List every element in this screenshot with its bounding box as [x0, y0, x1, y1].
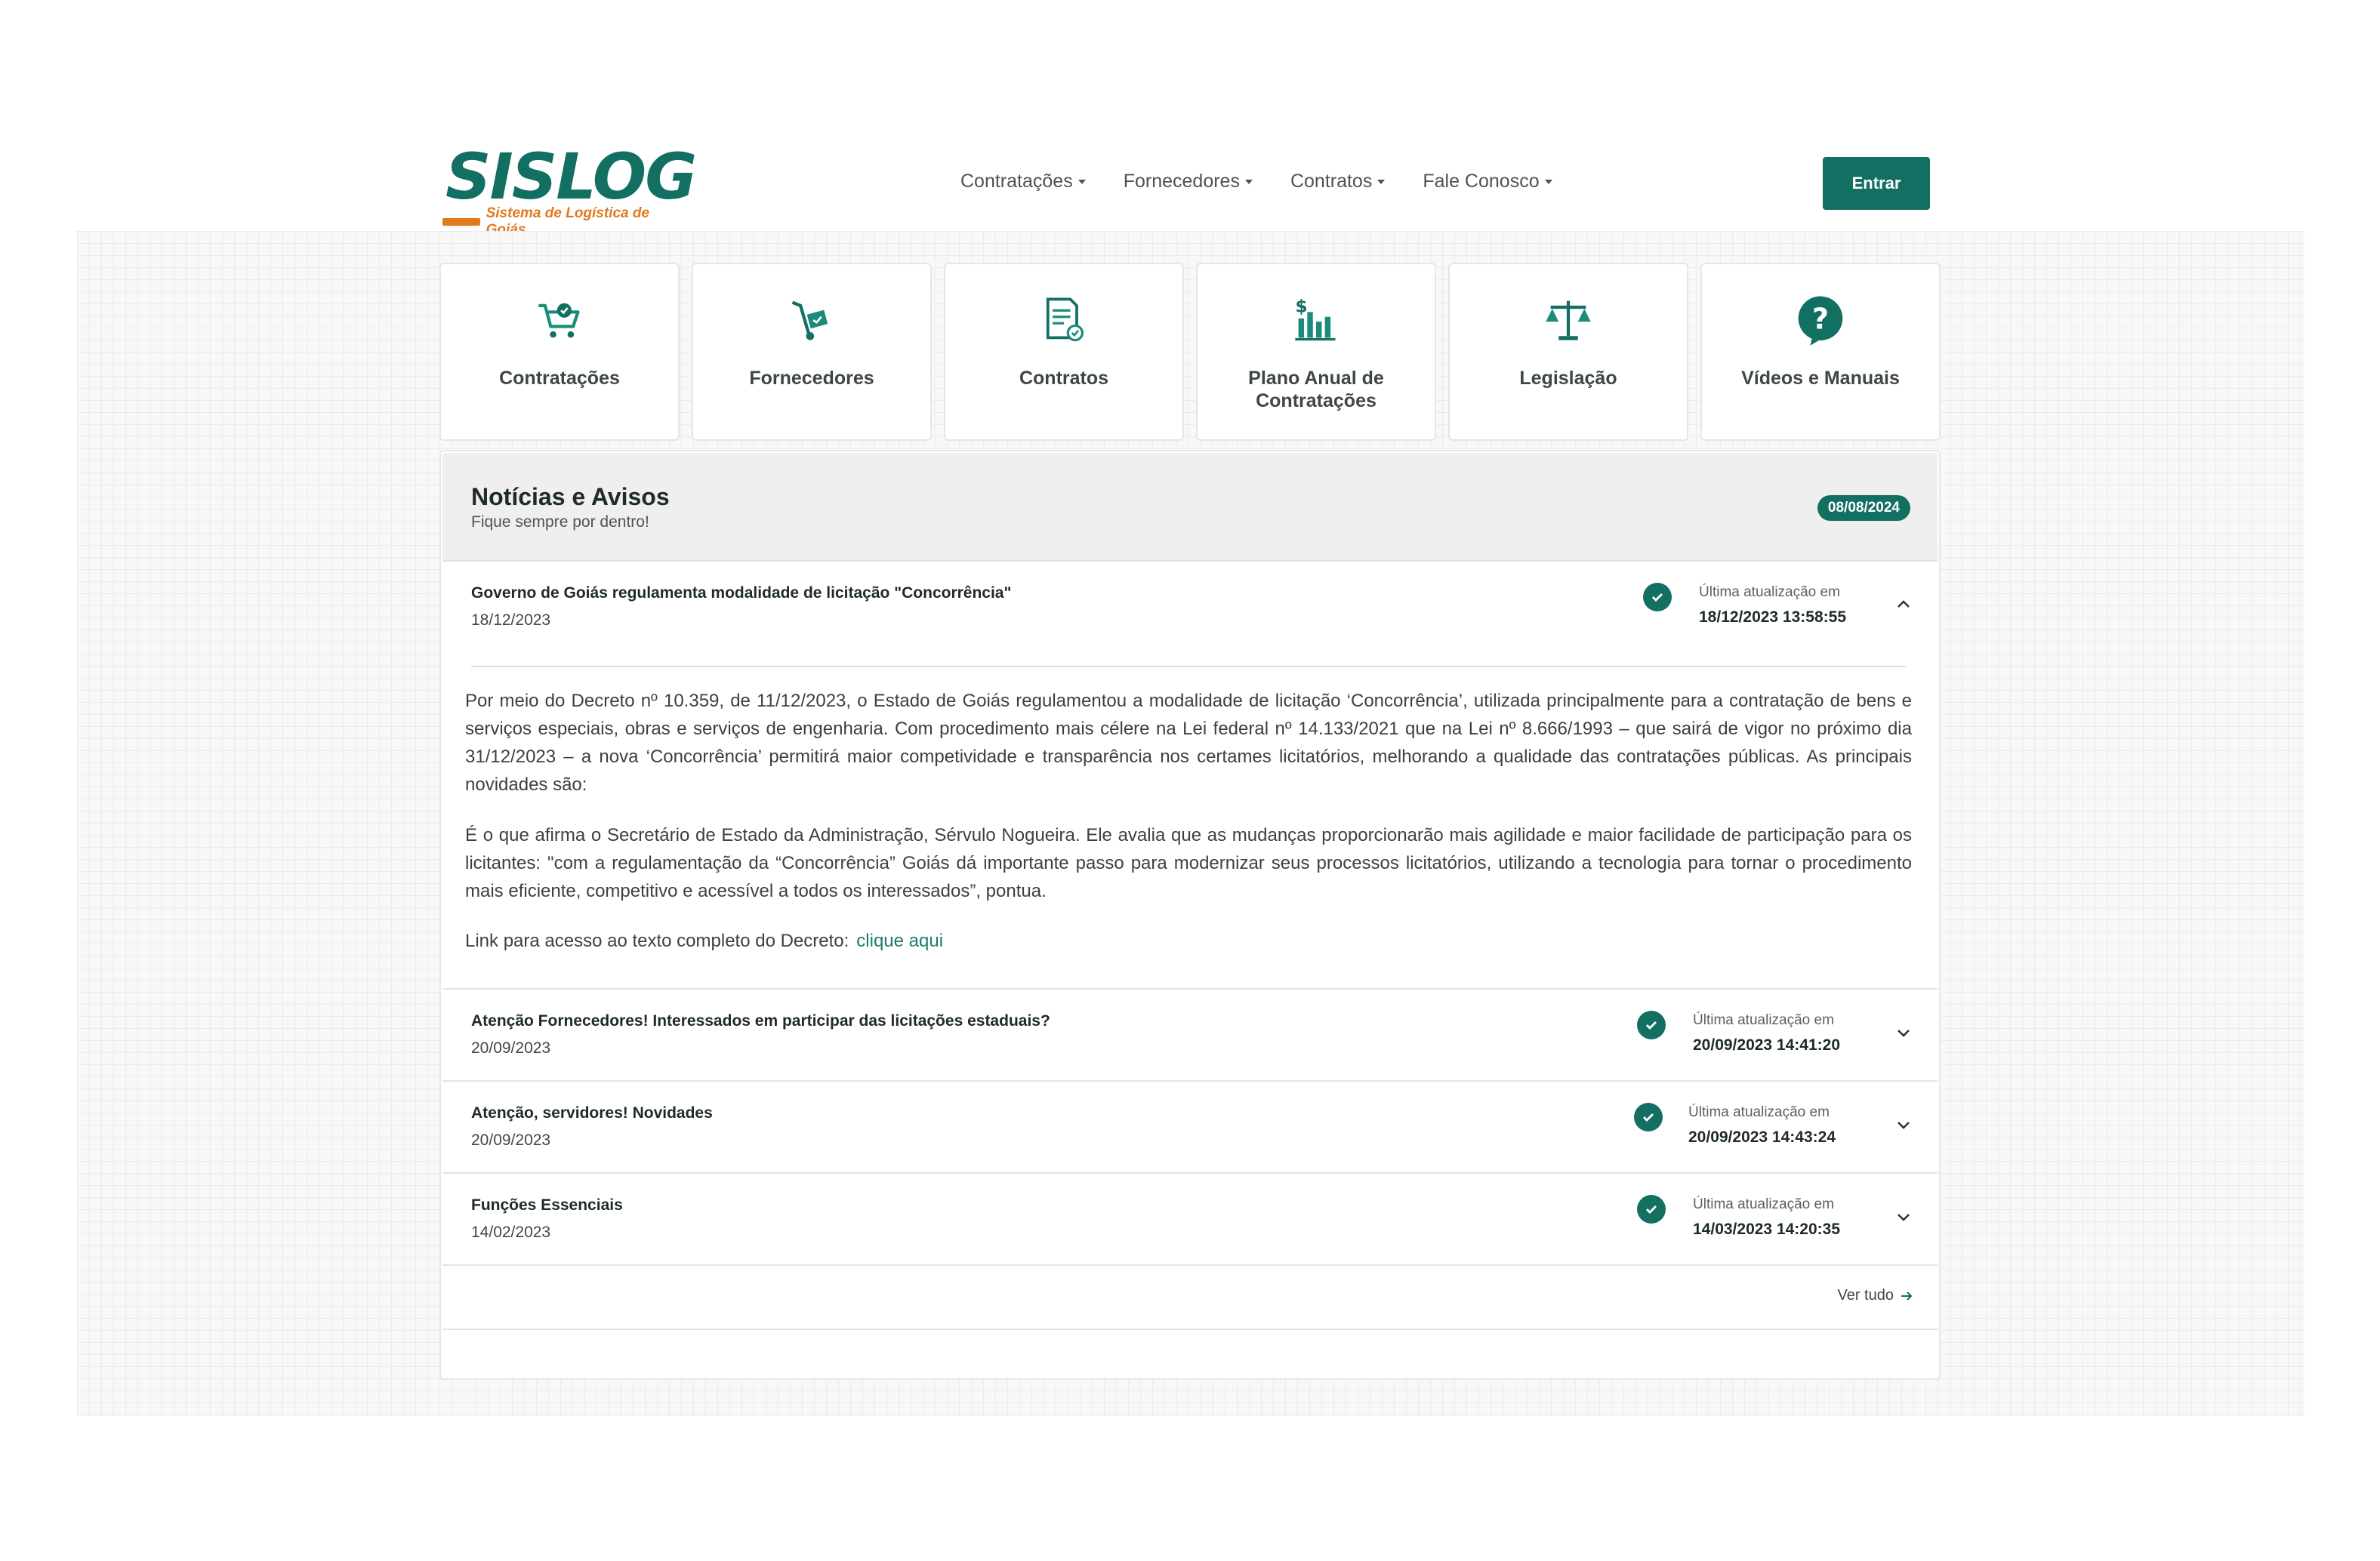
svg-text:$: $ — [1295, 295, 1307, 316]
news-item: Atenção Fornecedores! Interessados em pa… — [442, 990, 1938, 1082]
caret-down-icon — [1077, 179, 1086, 184]
logo-orange-bar — [442, 218, 480, 226]
question-bubble-icon: ? — [1792, 291, 1849, 349]
nav-contratacoes[interactable]: Contratações — [960, 171, 1086, 192]
news-panel-header: Notícias e Avisos Fique sempre por dentr… — [442, 453, 1938, 562]
news-paragraph: É o que afirma o Secretário de Estado da… — [465, 825, 1912, 901]
tile-legislacao[interactable]: Legislação — [1448, 263, 1688, 441]
hand-truck-icon — [783, 291, 840, 349]
tile-label: Legislação — [1519, 368, 1617, 389]
login-button[interactable]: Entrar — [1823, 157, 1930, 210]
caret-down-icon — [1244, 179, 1253, 184]
chevron-up-icon[interactable] — [1895, 596, 1912, 613]
update-label: Última atualização em — [1699, 584, 1840, 600]
news-date: 20/09/2023 — [471, 1039, 551, 1057]
news-body: Por meio do Decreto nº 10.359, de 11/12/… — [442, 648, 1938, 988]
check-circle-icon — [1643, 583, 1672, 611]
arrow-right-icon — [1901, 1291, 1913, 1301]
decree-link[interactable]: clique aqui — [856, 931, 943, 951]
check-circle-icon — [1637, 1195, 1666, 1224]
see-all-link[interactable]: Ver tudo — [1837, 1287, 1913, 1304]
caret-down-icon — [1377, 179, 1386, 184]
news-item-header[interactable]: Atenção Fornecedores! Interessados em pa… — [442, 990, 1938, 1080]
news-item: Atenção, servidores! Novidades 20/09/202… — [442, 1082, 1938, 1174]
update-timestamp: 18/12/2023 13:58:55 — [1699, 608, 1846, 626]
tile-label: Fornecedores — [749, 368, 874, 389]
tile-label: Contratos — [1019, 368, 1109, 389]
nav-label: Fale Conosco — [1423, 171, 1540, 192]
news-panel: Notícias e Avisos Fique sempre por dentr… — [439, 450, 1941, 1380]
tile-label: Vídeos e Manuais — [1741, 368, 1900, 389]
check-circle-icon — [1637, 1011, 1666, 1039]
tile-videos-manuais[interactable]: ? Vídeos e Manuais — [1700, 263, 1941, 441]
news-paragraph: Por meio do Decreto nº 10.359, de 11/12/… — [465, 691, 1912, 795]
news-title: Atenção Fornecedores! Interessados em pa… — [471, 1012, 1050, 1030]
nav-label: Contratos — [1290, 171, 1373, 192]
update-timestamp: 20/09/2023 14:43:24 — [1688, 1128, 1836, 1146]
news-list: Governo de Goiás regulamenta modalidade … — [442, 562, 1938, 1266]
nav-fale-conosco[interactable]: Fale Conosco — [1423, 171, 1552, 192]
tile-contratos[interactable]: Contratos — [944, 263, 1184, 441]
news-date: 14/02/2023 — [471, 1224, 551, 1241]
tile-contratacoes[interactable]: Contratações — [439, 263, 680, 441]
divider — [471, 666, 1906, 667]
update-label: Última atualização em — [1688, 1104, 1830, 1120]
link-prefix: Link para acesso ao texto completo do De… — [465, 931, 849, 951]
see-all-label: Ver tudo — [1837, 1287, 1894, 1304]
date-badge: 08/08/2024 — [1817, 495, 1910, 521]
chevron-down-icon[interactable] — [1895, 1024, 1912, 1041]
main-nav: Contratações Fornecedores Contratos Fale… — [960, 171, 1552, 192]
panel-subtitle: Fique sempre por dentro! — [471, 513, 649, 531]
document-check-icon — [1035, 291, 1093, 349]
news-item: Funções Essenciais 14/02/2023 Última atu… — [442, 1174, 1938, 1266]
chevron-down-icon[interactable] — [1895, 1116, 1912, 1133]
site-header: SISLOG Sistema de Logística de Goiás Con… — [0, 0, 2380, 238]
tile-label: Plano Anual de Contratações — [1248, 368, 1384, 411]
tile-label: Contratações — [499, 368, 620, 389]
nav-label: Contratações — [960, 171, 1073, 192]
tile-fornecedores[interactable]: Fornecedores — [692, 263, 932, 441]
cart-check-icon — [531, 291, 588, 349]
news-item-header[interactable]: Funções Essenciais 14/02/2023 Última atu… — [442, 1174, 1938, 1264]
update-label: Última atualização em — [1693, 1012, 1834, 1028]
caret-down-icon — [1544, 179, 1552, 184]
update-timestamp: 20/09/2023 14:41:20 — [1693, 1036, 1840, 1054]
panel-footer-divider — [442, 1329, 1938, 1330]
news-title: Funções Essenciais — [471, 1196, 623, 1214]
news-item-header[interactable]: Atenção, servidores! Novidades 20/09/202… — [442, 1082, 1938, 1172]
news-title: Atenção, servidores! Novidades — [471, 1104, 713, 1122]
category-tiles: Contratações Fornecedores Contratos $ Pl… — [439, 263, 1941, 441]
logo-wordmark: SISLOG — [445, 140, 697, 214]
nav-contratos[interactable]: Contratos — [1290, 171, 1386, 192]
dollar-chart-icon: $ — [1287, 291, 1345, 349]
news-date: 18/12/2023 — [471, 611, 551, 629]
sislog-logo[interactable]: SISLOG Sistema de Logística de Goiás — [442, 140, 697, 238]
update-label: Última atualização em — [1693, 1196, 1834, 1212]
scales-icon — [1540, 291, 1597, 349]
news-item: Governo de Goiás regulamenta modalidade … — [442, 562, 1938, 990]
news-date: 20/09/2023 — [471, 1131, 551, 1149]
update-timestamp: 14/03/2023 14:20:35 — [1693, 1221, 1840, 1238]
nav-label: Fornecedores — [1123, 171, 1240, 192]
check-circle-icon — [1634, 1103, 1663, 1131]
chevron-down-icon[interactable] — [1895, 1208, 1912, 1225]
news-title: Governo de Goiás regulamenta modalidade … — [471, 584, 1012, 602]
panel-title: Notícias e Avisos — [471, 483, 670, 510]
nav-fornecedores[interactable]: Fornecedores — [1124, 171, 1253, 192]
decree-link-row: Link para acesso ao texto completo do De… — [465, 928, 1912, 955]
svg-text:?: ? — [1812, 302, 1829, 336]
news-item-header[interactable]: Governo de Goiás regulamenta modalidade … — [442, 562, 1938, 652]
tile-plano-anual[interactable]: $ Plano Anual de Contratações — [1196, 263, 1436, 441]
